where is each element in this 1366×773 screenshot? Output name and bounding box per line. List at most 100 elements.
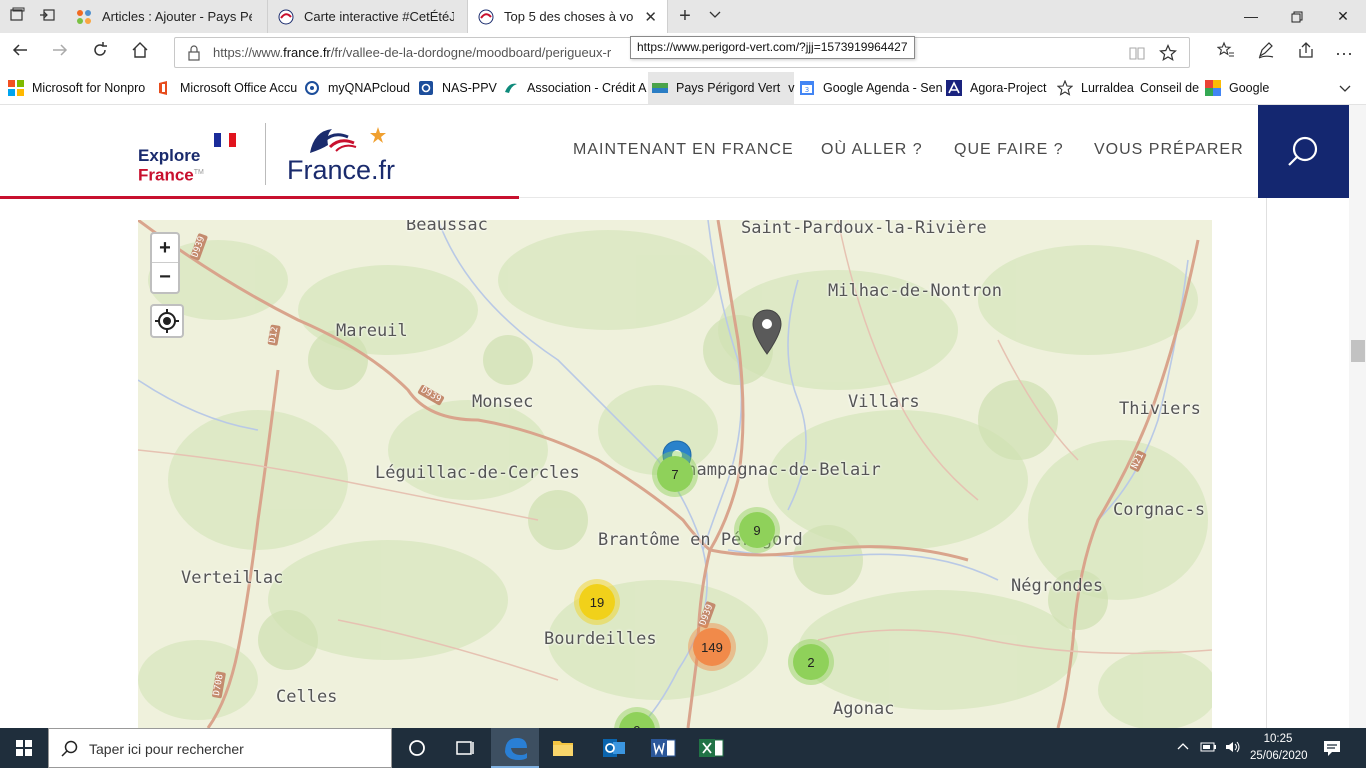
minimize-button[interactable]: — bbox=[1228, 0, 1274, 33]
marker-cluster[interactable]: 149 bbox=[688, 623, 736, 671]
taskbar-search-box[interactable]: Taper ici pour rechercher bbox=[48, 728, 392, 768]
menu-maintenant-en-france[interactable]: MAINTENANT EN FRANCE bbox=[573, 141, 794, 159]
tab-list-chevron-icon[interactable] bbox=[706, 7, 724, 25]
lock-icon[interactable] bbox=[187, 45, 201, 66]
place-label: Agonac bbox=[833, 699, 895, 719]
forward-arrow-icon[interactable] bbox=[48, 41, 72, 65]
task-view-icon[interactable] bbox=[441, 728, 489, 768]
action-center-icon[interactable] bbox=[1322, 739, 1342, 762]
favorite-item[interactable]: Microsoft Office Accu bbox=[156, 72, 297, 104]
favorite-item[interactable]: Pays Périgord Vert v bbox=[648, 72, 794, 104]
marianne-logo-icon bbox=[310, 127, 386, 153]
page-scrollbar-thumb[interactable] bbox=[1351, 340, 1365, 362]
marker-cluster[interactable]: 9 bbox=[734, 507, 780, 553]
place-label: Corgnac-s bbox=[1113, 500, 1206, 520]
new-tab-button[interactable]: + bbox=[676, 6, 694, 26]
zoom-in-button[interactable]: + bbox=[152, 234, 178, 263]
menu-ou-aller[interactable]: OÙ ALLER ? bbox=[821, 141, 923, 159]
place-label: Négrondes bbox=[1011, 576, 1104, 596]
share-icon[interactable] bbox=[1294, 41, 1318, 65]
zoom-control: + − bbox=[150, 232, 180, 294]
close-window-button[interactable]: ✕ bbox=[1320, 0, 1366, 33]
clock-time: 10:25 bbox=[1263, 733, 1293, 745]
close-tab-icon[interactable]: ✕ bbox=[644, 8, 657, 26]
tab-actions-icon[interactable] bbox=[8, 7, 26, 25]
marker-cluster[interactable]: 19 bbox=[574, 579, 620, 625]
france-fr-icon bbox=[478, 9, 494, 25]
france-fr-logo[interactable]: France.fr bbox=[287, 155, 395, 186]
logo-divider bbox=[265, 123, 266, 185]
maximize-button[interactable] bbox=[1274, 0, 1320, 33]
more-menu-icon[interactable]: ··· bbox=[1332, 41, 1356, 65]
locate-me-button[interactable] bbox=[150, 304, 184, 338]
taskbar-search-placeholder: Taper ici pour rechercher bbox=[89, 741, 244, 757]
favorite-item[interactable]: Lurraldea bbox=[1056, 72, 1134, 104]
favorite-item[interactable]: Association - Crédit A bbox=[503, 72, 647, 104]
tab-title: Carte interactive #CetÉtéJeV bbox=[304, 9, 454, 24]
url-text: https://www.france.fr/fr/vallee-de-la-do… bbox=[213, 45, 612, 60]
menu-que-faire[interactable]: QUE FAIRE ? bbox=[954, 141, 1064, 159]
edge-taskbar-icon[interactable] bbox=[491, 728, 539, 768]
word-icon[interactable] bbox=[639, 728, 687, 768]
myqnapcloud-icon bbox=[304, 80, 320, 96]
windows-logo-icon bbox=[16, 740, 32, 756]
cortana-icon[interactable] bbox=[393, 728, 441, 768]
refresh-icon[interactable] bbox=[88, 41, 112, 65]
favorites-hub-icon[interactable] bbox=[1214, 41, 1238, 65]
svg-text:3: 3 bbox=[805, 86, 809, 94]
file-explorer-icon[interactable] bbox=[539, 728, 587, 768]
google-calendar-icon: 3 bbox=[799, 80, 815, 96]
battery-icon[interactable] bbox=[1200, 740, 1218, 759]
favorite-item[interactable]: 3 Google Agenda - Sen bbox=[799, 72, 943, 104]
tab-carte-interactive[interactable]: Carte interactive #CetÉtéJeV bbox=[268, 0, 468, 33]
set-aside-tabs-icon[interactable] bbox=[38, 7, 56, 25]
microsoft-icon bbox=[8, 80, 24, 96]
search-icon bbox=[61, 740, 78, 757]
header-divider bbox=[519, 197, 1258, 198]
french-flag-icon bbox=[214, 133, 236, 147]
outlook-icon[interactable] bbox=[589, 728, 637, 768]
tab-articles[interactable]: Articles : Ajouter - Pays Péri bbox=[66, 0, 268, 33]
tab-top-5[interactable]: Top 5 des choses à voir ✕ bbox=[468, 0, 668, 33]
marker-cluster[interactable]: 7 bbox=[652, 451, 698, 497]
site-header: Explore FranceTM France.fr MAINTENANT EN… bbox=[0, 105, 1366, 199]
favorites-overflow-chevron-icon[interactable] bbox=[1338, 72, 1352, 104]
home-icon[interactable] bbox=[128, 41, 152, 65]
place-label: Saint-Pardoux-la-Rivière bbox=[741, 220, 987, 238]
favorite-item[interactable]: Google bbox=[1205, 72, 1269, 104]
back-arrow-icon[interactable] bbox=[8, 41, 32, 65]
favorite-item[interactable]: Conseil de bbox=[1140, 72, 1199, 104]
france-fr-icon bbox=[278, 9, 294, 25]
favorites-bar: Microsoft for Nonpro Microsoft Office Ac… bbox=[0, 72, 1366, 105]
reading-view-icon[interactable] bbox=[1129, 45, 1145, 66]
place-label: Thiviers bbox=[1119, 399, 1201, 419]
favorite-item[interactable]: myQNAPcloud bbox=[304, 72, 410, 104]
place-label: Verteillac bbox=[181, 568, 284, 588]
favorite-item[interactable]: Agora-Project bbox=[946, 72, 1046, 104]
clock-date: 25/06/2020 bbox=[1250, 750, 1308, 762]
system-clock[interactable]: 10:25 25/06/2020 bbox=[1250, 731, 1308, 765]
favorite-star-icon[interactable] bbox=[1159, 44, 1177, 67]
interactive-map[interactable]: D939 D12 D939 D939 N21 D708 Beaussac Sai… bbox=[138, 220, 1212, 728]
map-marker-grey-icon[interactable] bbox=[752, 309, 782, 355]
menu-vous-preparer[interactable]: VOUS PRÉPARER bbox=[1094, 141, 1244, 159]
page-scrollbar[interactable] bbox=[1349, 105, 1366, 728]
excel-icon[interactable] bbox=[687, 728, 735, 768]
web-page: Explore FranceTM France.fr MAINTENANT EN… bbox=[0, 105, 1366, 728]
volume-icon[interactable] bbox=[1224, 740, 1242, 759]
place-label: Celles bbox=[276, 687, 338, 707]
favorite-item[interactable]: Microsoft for Nonpro bbox=[8, 72, 145, 104]
show-hidden-icons-chevron-icon[interactable] bbox=[1176, 740, 1190, 759]
tab-title: Top 5 des choses à voir bbox=[504, 9, 634, 24]
favorite-item[interactable]: NAS-PPV bbox=[418, 72, 497, 104]
link-tooltip: https://www.perigord-vert.com/?jjj=15739… bbox=[630, 36, 915, 59]
start-button[interactable] bbox=[0, 728, 48, 768]
place-label: Milhac-de-Nontron bbox=[828, 281, 1002, 301]
windows-taskbar: Taper ici pour rechercher 10:25 25/06/20… bbox=[0, 728, 1366, 768]
zoom-out-button[interactable]: − bbox=[152, 263, 178, 292]
place-label: Monsec bbox=[472, 392, 534, 412]
pen-notes-icon[interactable] bbox=[1254, 41, 1278, 65]
place-label: Bourdeilles bbox=[544, 629, 657, 649]
marker-cluster[interactable]: 2 bbox=[788, 639, 834, 685]
explore-france-logo[interactable]: Explore FranceTM bbox=[138, 147, 204, 184]
